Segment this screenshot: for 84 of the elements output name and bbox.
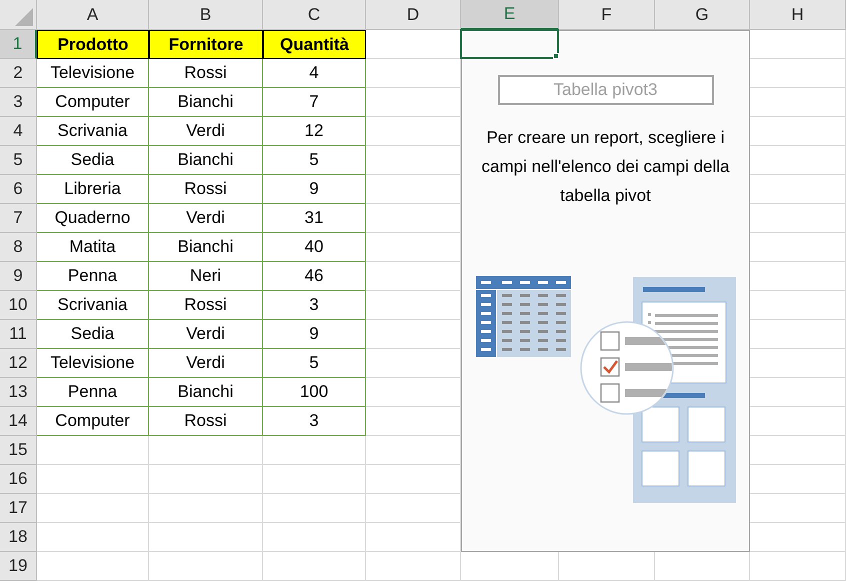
row-header[interactable]: 16 — [0, 465, 37, 494]
table-cell: Scrivania — [37, 291, 149, 320]
pivot-instructions: Per creare un report, scegliere i campi nell'elenco dei campi della tabella pivot — [480, 127, 730, 207]
empty-cell[interactable] — [149, 523, 263, 552]
row-header[interactable]: 8 — [0, 233, 37, 262]
table-cell: 100 — [263, 378, 366, 407]
table-cell: 9 — [263, 320, 366, 349]
column-header[interactable]: G — [655, 0, 750, 30]
row-header[interactable]: 1 — [0, 30, 37, 59]
table-cell: Rossi — [149, 407, 263, 436]
table-cell: Verdi — [149, 320, 263, 349]
column-header[interactable]: D — [366, 0, 461, 30]
header-cell: Fornitore — [149, 30, 263, 59]
table-cell: Verdi — [149, 349, 263, 378]
row-header[interactable]: 9 — [0, 262, 37, 291]
column-header[interactable]: A — [37, 0, 149, 30]
empty-cell[interactable] — [750, 552, 846, 581]
select-all-icon[interactable] — [15, 8, 33, 26]
table-cell: Bianchi — [149, 88, 263, 117]
table-cell: Rossi — [149, 291, 263, 320]
table-cell: Rossi — [149, 175, 263, 204]
table-cell: 4 — [263, 59, 366, 88]
pivot-title-box: Tabella pivot3 — [498, 75, 714, 105]
row-header[interactable]: 17 — [0, 494, 37, 523]
row-header[interactable]: 19 — [0, 552, 37, 581]
table-cell: Verdi — [149, 117, 263, 146]
table-cell: Penna — [37, 262, 149, 291]
table-cell: 9 — [263, 175, 366, 204]
table-cell: Sedia — [37, 146, 149, 175]
empty-cell[interactable] — [263, 465, 366, 494]
table-cell: 3 — [263, 407, 366, 436]
row-header[interactable]: 6 — [0, 175, 37, 204]
table-cell: 3 — [263, 291, 366, 320]
table-cell: Neri — [149, 262, 263, 291]
empty-cell[interactable] — [263, 436, 366, 465]
column-header[interactable]: F — [559, 0, 655, 30]
table-cell: Televisione — [37, 349, 149, 378]
table-cell: Sedia — [37, 320, 149, 349]
empty-cell[interactable] — [149, 465, 263, 494]
row-header[interactable]: 14 — [0, 407, 37, 436]
column-header[interactable]: H — [750, 0, 846, 30]
row-header[interactable]: 10 — [0, 291, 37, 320]
row-header[interactable]: 15 — [0, 436, 37, 465]
table-cell: Verdi — [149, 204, 263, 233]
header-cell: Quantità — [263, 30, 366, 59]
table-cell: 7 — [263, 88, 366, 117]
empty-cell[interactable] — [149, 552, 263, 581]
row-header[interactable]: 2 — [0, 59, 37, 88]
row-header[interactable]: 4 — [0, 117, 37, 146]
table-cell: Quaderno — [37, 204, 149, 233]
empty-cell[interactable] — [149, 436, 263, 465]
empty-cell[interactable] — [366, 552, 461, 581]
table-cell: 12 — [263, 117, 366, 146]
row-header[interactable]: 11 — [0, 320, 37, 349]
header-cell: Prodotto — [37, 30, 149, 59]
table-cell: Rossi — [149, 59, 263, 88]
column-header[interactable]: C — [263, 0, 366, 30]
table-cell: Bianchi — [149, 378, 263, 407]
table-cell: Penna — [37, 378, 149, 407]
table-cell: 46 — [263, 262, 366, 291]
empty-cell[interactable] — [263, 552, 366, 581]
empty-cell[interactable] — [149, 494, 263, 523]
column-header[interactable]: B — [149, 0, 263, 30]
table-cell: Computer — [37, 407, 149, 436]
table-cell: 31 — [263, 204, 366, 233]
table-cell: Scrivania — [37, 117, 149, 146]
table-cell: Matita — [37, 233, 149, 262]
table-cell: Computer — [37, 88, 149, 117]
table-cell: Bianchi — [149, 146, 263, 175]
table-cell: 5 — [263, 146, 366, 175]
row-header[interactable]: 13 — [0, 378, 37, 407]
table-cell: 5 — [263, 349, 366, 378]
row-header[interactable]: 12 — [0, 349, 37, 378]
empty-cell[interactable] — [263, 494, 366, 523]
row-header[interactable]: 18 — [0, 523, 37, 552]
table-cell: 40 — [263, 233, 366, 262]
table-cell: Bianchi — [149, 233, 263, 262]
row-header[interactable]: 7 — [0, 204, 37, 233]
row-header[interactable]: 5 — [0, 146, 37, 175]
column-header[interactable]: E — [461, 0, 559, 30]
empty-cell[interactable] — [263, 523, 366, 552]
table-cell: Televisione — [37, 59, 149, 88]
row-header[interactable]: 3 — [0, 88, 37, 117]
table-cell: Libreria — [37, 175, 149, 204]
